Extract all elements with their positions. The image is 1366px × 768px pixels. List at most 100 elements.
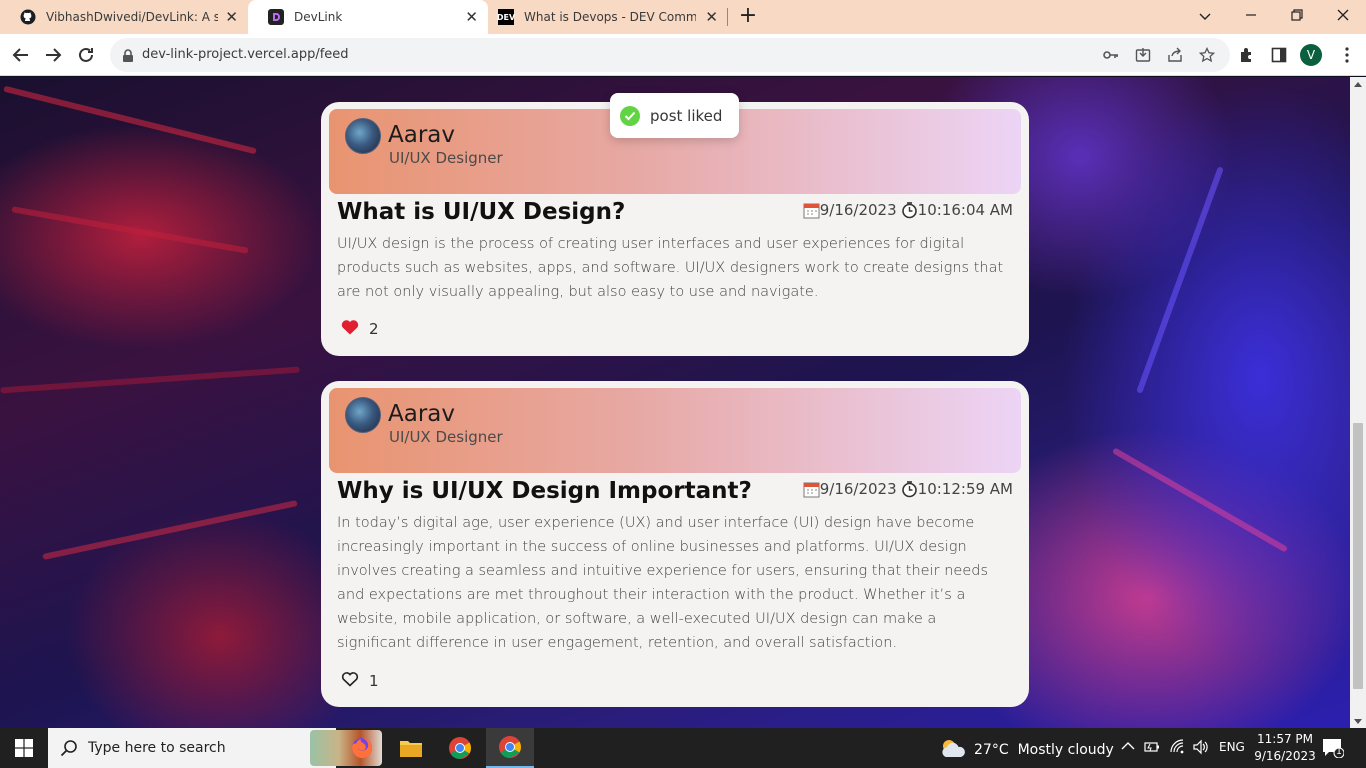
reload-icon[interactable] <box>73 42 99 68</box>
windows-taskbar: Type here to search 27°C Mostly cloudy E… <box>0 728 1366 768</box>
clock-time: 11:57 PM <box>1257 732 1313 746</box>
github-icon <box>20 9 36 25</box>
file-explorer-icon[interactable] <box>387 728 435 768</box>
post-card: Aarav UI/UX Designer Why is UI/UX Design… <box>321 381 1029 707</box>
post-date: 9/16/2023 <box>819 480 897 498</box>
close-tab-icon[interactable]: ✕ <box>465 9 478 25</box>
close-tab-icon[interactable]: ✕ <box>225 9 238 25</box>
url-text[interactable]: dev-link-project.vercel.app/feed <box>142 47 349 62</box>
like-count: 1 <box>369 672 379 690</box>
background-streak <box>0 366 300 394</box>
post-body: UI/UX design is the process of creating … <box>337 236 1004 300</box>
heart-filled-icon[interactable] <box>341 319 359 339</box>
share-icon[interactable] <box>1167 47 1183 63</box>
restore-icon[interactable] <box>1274 2 1320 30</box>
clock-icon <box>901 480 918 498</box>
side-panel-icon[interactable] <box>1270 46 1288 64</box>
clock-icon <box>901 201 918 219</box>
key-icon[interactable] <box>1103 47 1119 63</box>
chrome-active-icon[interactable] <box>486 728 534 768</box>
author-avatar[interactable] <box>345 397 381 433</box>
scrollbar-thumb[interactable] <box>1353 423 1363 689</box>
tab-separator <box>727 8 728 26</box>
tab-title: What is Devops - DEV Communit <box>524 10 696 24</box>
address-bar[interactable]: dev-link-project.vercel.app/feed <box>110 38 1230 72</box>
firefox-icon[interactable] <box>338 728 386 768</box>
post-title: Why is UI/UX Design Important? <box>337 478 752 504</box>
toast-message: post liked <box>650 106 723 125</box>
author-name[interactable]: Aarav <box>388 122 455 148</box>
bookmark-star-icon[interactable] <box>1199 47 1215 63</box>
new-tab-button[interactable]: + <box>736 4 760 28</box>
weather-widget[interactable]: 27°C Mostly cloudy <box>940 738 1114 762</box>
author-role: UI/UX Designer <box>389 149 503 167</box>
post-time: 10:12:59 AM <box>917 480 1013 498</box>
scroll-up-icon[interactable] <box>1350 77 1366 91</box>
lock-icon[interactable] <box>122 48 134 67</box>
weather-temp: 27°C <box>974 742 1009 758</box>
tab-devlink[interactable]: DevLink ✕ <box>248 0 488 34</box>
background-streak <box>42 500 298 560</box>
post-body: In today’s digital age, user experience … <box>337 515 988 651</box>
calendar-icon <box>803 481 820 498</box>
language-indicator[interactable]: ENG <box>1219 740 1245 754</box>
tab-search-icon[interactable] <box>1182 2 1228 30</box>
toast-notification: post liked <box>610 93 739 138</box>
like-count: 2 <box>369 320 379 338</box>
cloudy-weather-icon <box>940 738 966 762</box>
scroll-down-icon[interactable] <box>1350 714 1366 728</box>
search-placeholder: Type here to search <box>88 740 226 756</box>
notification-center-icon[interactable]: 1 <box>1322 738 1345 759</box>
taskbar-search[interactable]: Type here to search <box>48 728 382 768</box>
install-app-icon[interactable] <box>1135 47 1151 63</box>
clock-date: 9/16/2023 <box>1254 749 1316 763</box>
profile-avatar[interactable]: V <box>1300 44 1322 66</box>
background-streak <box>1111 447 1289 553</box>
page-scrollbar[interactable] <box>1350 77 1366 728</box>
chrome-icon[interactable] <box>436 728 484 768</box>
tab-title: VibhashDwivedi/DevLink: A socia <box>46 10 218 24</box>
system-clock[interactable]: 11:57 PM 9/16/2023 <box>1254 731 1316 765</box>
background-streak <box>3 85 257 155</box>
feed-page: Aarav UI/UX Designer What is UI/UX Desig… <box>0 77 1350 728</box>
post-date: 9/16/2023 <box>819 201 897 219</box>
tab-dev-community[interactable]: DEV What is Devops - DEV Communit ✕ <box>488 0 728 34</box>
close-tab-icon[interactable]: ✕ <box>705 9 718 25</box>
author-role: UI/UX Designer <box>389 428 503 446</box>
author-avatar[interactable] <box>345 118 381 154</box>
post-card: Aarav UI/UX Designer What is UI/UX Desig… <box>321 102 1029 356</box>
search-icon <box>60 739 78 761</box>
tab-github[interactable]: VibhashDwivedi/DevLink: A socia ✕ <box>0 0 248 34</box>
browser-toolbar: dev-link-project.vercel.app/feed V <box>0 34 1366 76</box>
author-name[interactable]: Aarav <box>388 401 455 427</box>
weather-desc: Mostly cloudy <box>1017 742 1114 758</box>
extensions-icon[interactable] <box>1238 46 1256 64</box>
tab-title: DevLink <box>294 10 343 24</box>
notification-count: 1 <box>1336 747 1342 757</box>
back-icon[interactable] <box>8 42 34 68</box>
volume-icon[interactable] <box>1193 739 1209 758</box>
background-streak <box>1136 166 1224 394</box>
windows-start-icon[interactable] <box>0 728 48 768</box>
battery-icon[interactable] <box>1144 740 1160 757</box>
browser-tab-bar: VibhashDwivedi/DevLink: A socia ✕ DevLin… <box>0 0 1366 34</box>
background-streak <box>11 206 249 254</box>
browser-menu-icon[interactable] <box>1338 46 1356 64</box>
post-title: What is UI/UX Design? <box>337 199 626 225</box>
forward-icon[interactable] <box>40 42 66 68</box>
check-icon <box>620 105 640 126</box>
post-time: 10:16:04 AM <box>917 201 1013 219</box>
show-hidden-icons[interactable] <box>1121 740 1135 754</box>
heart-outline-icon[interactable] <box>341 671 359 691</box>
wifi-icon[interactable] <box>1170 739 1186 758</box>
like-section: 1 <box>341 671 379 691</box>
minimize-icon[interactable] <box>1228 2 1274 30</box>
close-window-icon[interactable] <box>1320 2 1366 30</box>
devlink-icon <box>268 9 284 25</box>
post-meta: 9/16/2023 10:16:04 AM <box>803 201 1013 219</box>
like-section: 2 <box>341 319 379 339</box>
dev-icon: DEV <box>497 9 515 25</box>
post-header: Aarav UI/UX Designer <box>329 388 1021 473</box>
calendar-icon <box>803 202 820 219</box>
post-meta: 9/16/2023 10:12:59 AM <box>803 480 1013 498</box>
